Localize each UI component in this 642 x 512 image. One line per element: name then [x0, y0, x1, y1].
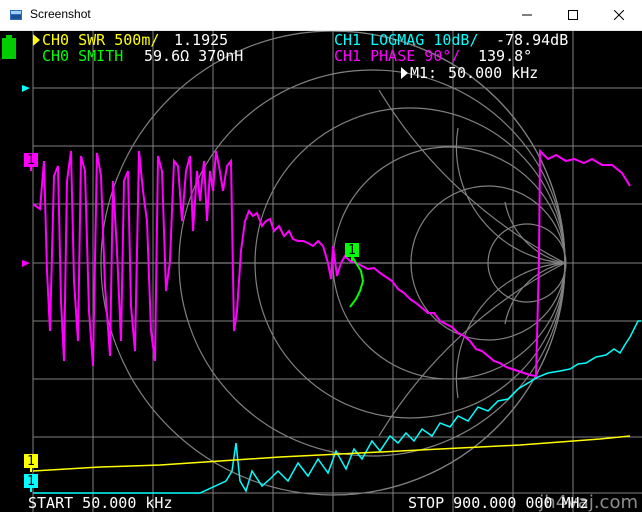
marker-1-frequency: 50.000 kHz	[448, 64, 539, 82]
ch1-phase-value: 139.8°	[478, 47, 533, 65]
ch0-smith-value: 59.6Ω 370nH	[144, 47, 244, 65]
battery-icon	[2, 35, 16, 59]
maximize-icon	[568, 10, 578, 20]
screenshot-app-icon	[10, 10, 22, 20]
sweep-start[interactable]: START 50.000 kHz	[28, 495, 173, 511]
app-window: Screenshot 1 1 1 1 CH0 SWR 500m/ 1.1925 …	[0, 0, 642, 512]
ch1-logmag-reference-marker[interactable]	[22, 85, 30, 92]
marker-1-phase-number: 1	[27, 153, 35, 168]
ch1-logmag-label[interactable]: CH1 LOGMAG 10dB/	[334, 32, 479, 48]
ch1-phase-reference-marker[interactable]	[22, 260, 30, 267]
smith-trace	[349, 255, 365, 308]
marker-1-logmag-number: 1	[27, 474, 35, 489]
ch1-phase-label[interactable]: CH1 PHASE 90°/	[334, 48, 460, 64]
ch0-swr-value: 1.1925	[174, 31, 229, 49]
active-marker-pointer	[401, 67, 408, 79]
window-title: Screenshot	[30, 7, 91, 21]
close-icon	[614, 10, 624, 20]
marker-1-swr-number: 1	[27, 454, 35, 469]
minimize-icon	[522, 14, 532, 16]
watermark: jh4vaj.com	[539, 492, 638, 512]
title-bar[interactable]: Screenshot	[0, 0, 642, 31]
ch0-swr-label[interactable]: CH0 SWR 500m/	[42, 32, 159, 48]
maximize-button[interactable]	[550, 0, 596, 30]
analyzer-screen[interactable]: 1 1 1 1 CH0 SWR 500m/ 1.1925 CH0 SMITH 5…	[0, 31, 642, 512]
ch0-smith-label[interactable]: CH0 SMITH	[42, 48, 123, 64]
marker-1-smith-number: 1	[348, 243, 356, 258]
close-button[interactable]	[596, 0, 642, 30]
swr-trace	[32, 435, 631, 472]
minimize-button[interactable]	[504, 0, 550, 30]
marker-1-label[interactable]: M1:	[410, 65, 437, 81]
analyzer-display	[22, 31, 642, 512]
ch1-logmag-value: -78.94dB	[496, 31, 569, 49]
active-trace-pointer	[33, 34, 40, 46]
